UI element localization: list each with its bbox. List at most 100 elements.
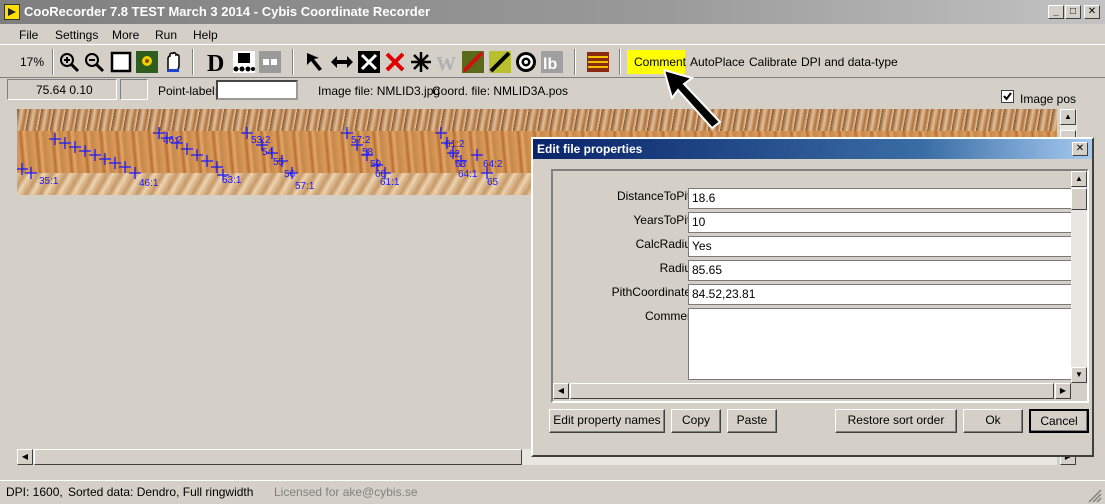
hand-pan-icon[interactable]	[161, 50, 185, 74]
prop-value-calc-radius[interactable]: Yes	[688, 236, 1073, 257]
target-icon[interactable]	[514, 50, 538, 74]
ring-marker-label[interactable]: 64:1	[458, 169, 478, 180]
annotation-arrow-icon	[662, 68, 722, 130]
menu-help[interactable]: Help	[193, 28, 218, 42]
ring-image-icon[interactable]	[586, 50, 610, 74]
edit-property-names-button[interactable]: Edit property names	[549, 409, 665, 433]
svg-text:lb: lb	[543, 56, 557, 73]
horizontal-arrows-icon[interactable]	[330, 50, 354, 74]
maximize-button[interactable]: □	[1065, 5, 1081, 19]
status-bar: DPI: 1600, Sorted data: Dendro, Full rin…	[0, 480, 1105, 504]
ring-marker-label[interactable]: 35:1	[39, 176, 59, 187]
ring-marker-label[interactable]: 46:1	[139, 178, 159, 189]
flower-icon[interactable]	[135, 50, 159, 74]
ring-marker-label[interactable]: 53:1	[222, 175, 242, 186]
scroll-up-button[interactable]: ▲	[1060, 109, 1076, 125]
checkmark-icon	[1003, 92, 1012, 101]
ring-marker-label[interactable]: 54	[262, 147, 274, 158]
cancel-button[interactable]: Cancel	[1029, 409, 1089, 433]
restore-sort-order-button[interactable]: Restore sort order	[835, 409, 957, 433]
pointer-arrow-icon[interactable]	[304, 50, 328, 74]
menu-settings[interactable]: Settings	[55, 28, 98, 42]
status-panel	[120, 79, 148, 100]
point-label-input[interactable]	[216, 80, 298, 100]
ring-marker-plus[interactable]	[211, 161, 223, 173]
panel-scroll-left-button[interactable]: ◀	[553, 383, 569, 399]
menu-file[interactable]: File	[19, 28, 38, 42]
title-bar: CooRecorder 7.8 TEST March 3 2014 - Cybi…	[0, 0, 1105, 24]
copy-button[interactable]: Copy	[671, 409, 721, 433]
ring-marker-label[interactable]: 55	[273, 157, 285, 168]
minimize-button[interactable]: _	[1048, 5, 1064, 19]
ring-marker-label[interactable]: 46:2	[163, 135, 183, 146]
menu-more[interactable]: More	[112, 28, 139, 42]
fit-window-icon[interactable]	[109, 50, 133, 74]
toolbar-separator	[619, 49, 621, 75]
ok-button[interactable]: Ok	[963, 409, 1023, 433]
menu-run[interactable]: Run	[155, 28, 177, 42]
grey-squares-icon[interactable]	[258, 50, 282, 74]
close-window-button[interactable]: ✕	[1084, 5, 1100, 19]
ring-marker-plus[interactable]	[191, 149, 203, 161]
image-file-label: Image file: NMLID3.jpg	[318, 84, 441, 98]
ring-marker-plus[interactable]	[201, 155, 213, 167]
zoom-out-icon[interactable]	[82, 50, 106, 74]
ring-marker-label[interactable]: 65	[487, 177, 499, 188]
resize-grip-icon[interactable]	[1088, 489, 1102, 503]
image-pos-checkbox[interactable]	[1001, 90, 1014, 103]
dpi-datatype-button[interactable]: DPI and data-type	[801, 55, 898, 69]
coord-file-label: Coord. file: NMLID3A.pos	[432, 84, 569, 98]
green-slash-icon[interactable]	[488, 50, 512, 74]
panel-scroll-right-button[interactable]: ▶	[1055, 383, 1071, 399]
edit-file-properties-dialog: Edit file properties ✕ DistanceToPith 18…	[531, 137, 1094, 457]
panel-scroll-up-button[interactable]: ▲	[1071, 171, 1087, 187]
zoom-level-button[interactable]: 17%	[20, 55, 44, 69]
ring-marker-label[interactable]: 61:1	[380, 177, 400, 188]
window-title: CooRecorder 7.8 TEST March 3 2014 - Cybi…	[24, 4, 431, 19]
lb-letter-icon[interactable]: lb	[540, 50, 564, 74]
ring-marker-plus[interactable]	[435, 127, 447, 139]
coordinate-readout: 75.64 0.10	[7, 79, 117, 100]
dot-pattern-icon[interactable]	[232, 50, 256, 74]
black-x-icon[interactable]	[357, 50, 381, 74]
ring-marker-label[interactable]: 58	[362, 147, 374, 158]
scroll-thumb-horizontal[interactable]	[34, 449, 522, 465]
status-sorted-data: Sorted data: Dendro, Full ringwidth	[68, 485, 254, 499]
ring-marker-label[interactable]: 64:2	[483, 159, 503, 170]
ring-marker-plus[interactable]	[181, 143, 193, 155]
d-letter-icon[interactable]: D	[205, 50, 229, 74]
image-pos-label: Image pos	[1020, 92, 1077, 106]
prop-value-radius[interactable]: 85.65	[688, 260, 1073, 281]
toolbar-separator	[52, 49, 54, 75]
ring-marker-label[interactable]: 53:2	[251, 135, 271, 146]
w-letter-icon[interactable]: W	[435, 50, 459, 74]
status-license: Licensed for ake@cybis.se	[274, 485, 418, 499]
panel-scroll-down-button[interactable]: ▼	[1071, 367, 1087, 383]
ring-marker-plus[interactable]	[471, 149, 483, 161]
zoom-in-icon[interactable]	[57, 50, 81, 74]
ring-marker-label[interactable]: 56	[284, 169, 296, 180]
prop-label-distance-to-pith: DistanceToPith	[616, 189, 697, 203]
asterisk-icon[interactable]	[409, 50, 433, 74]
scroll-left-button[interactable]: ◀	[17, 449, 33, 465]
prop-value-pith-coordinates[interactable]: 84.52,23.81	[688, 284, 1073, 305]
dialog-close-button[interactable]: ✕	[1072, 142, 1088, 156]
ring-marker-label[interactable]: 57:1	[295, 181, 315, 192]
svg-text:D: D	[207, 51, 224, 74]
red-x-icon[interactable]	[383, 50, 407, 74]
panel-scroll-thumb-horizontal[interactable]	[570, 383, 1054, 399]
status-dpi: DPI: 1600,	[6, 485, 63, 499]
toolbar-separator	[574, 49, 576, 75]
point-label-caption: Point-label:	[158, 84, 219, 98]
red-slash-icon[interactable]	[461, 50, 485, 74]
prop-value-comment[interactable]	[688, 308, 1073, 380]
app-icon	[4, 4, 20, 20]
calibrate-button[interactable]: Calibrate	[749, 55, 797, 69]
ring-marker-label[interactable]: 57:2	[351, 135, 371, 146]
paste-button[interactable]: Paste	[727, 409, 777, 433]
properties-panel: DistanceToPith 18.6 YearsToPith 10 CalcR…	[551, 169, 1089, 403]
prop-value-distance-to-pith[interactable]: 18.6	[688, 188, 1073, 209]
prop-value-years-to-pith[interactable]: 10	[688, 212, 1073, 233]
panel-scroll-thumb[interactable]	[1071, 188, 1087, 210]
menu-bar: File Settings More Run Help	[0, 24, 1105, 44]
